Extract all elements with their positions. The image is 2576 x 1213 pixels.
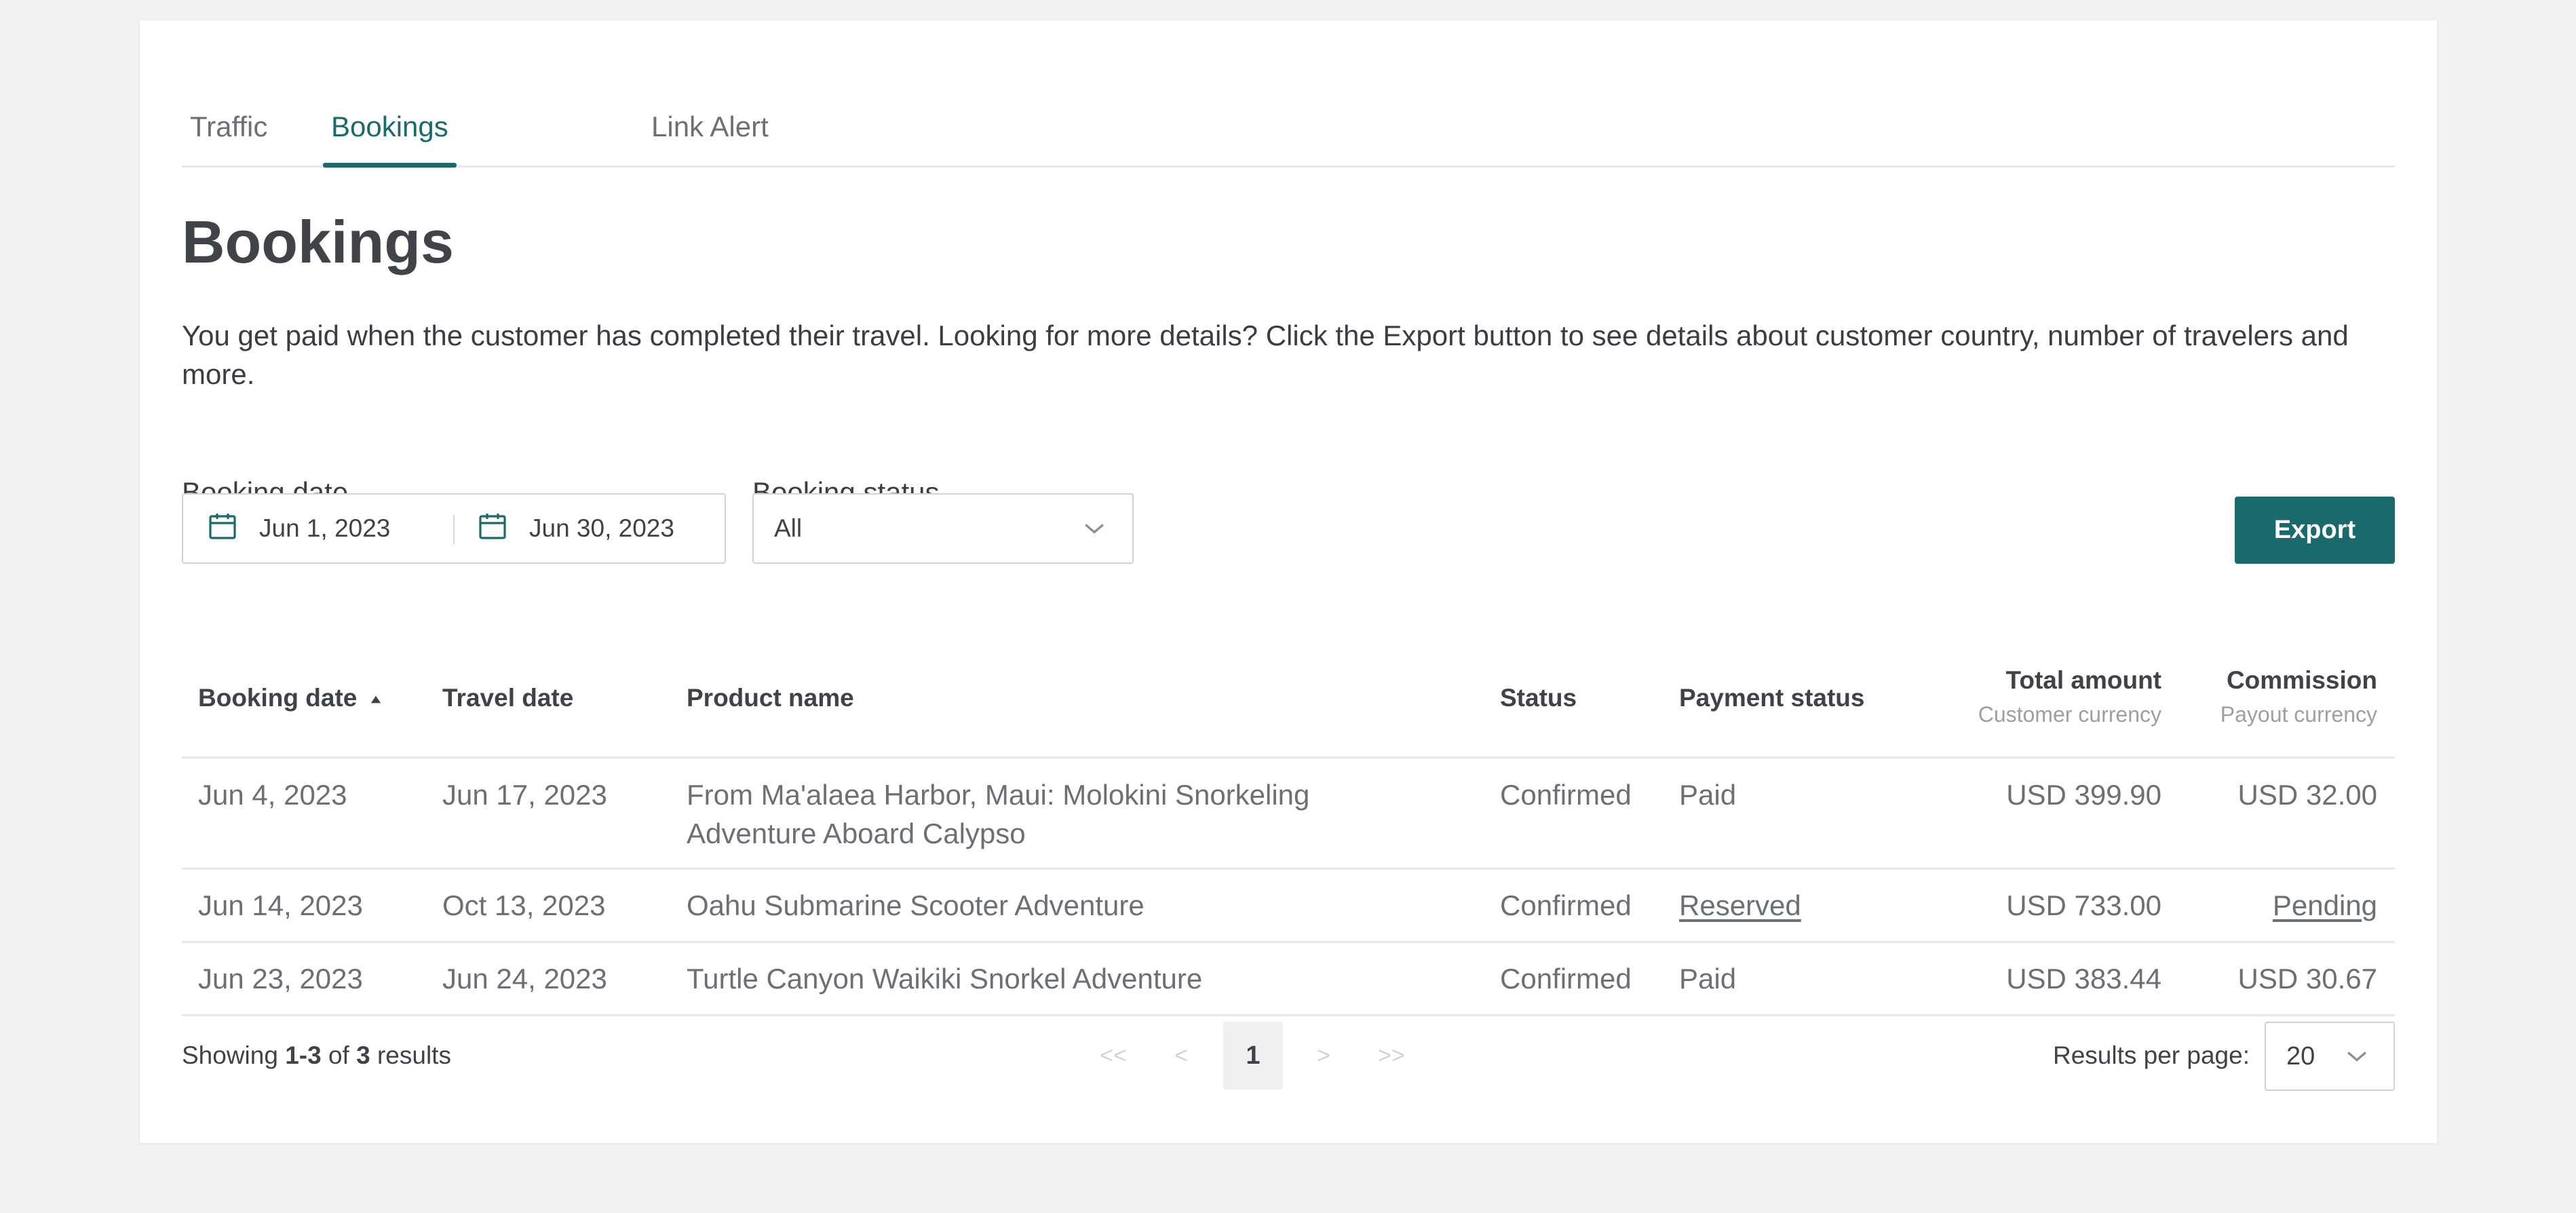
col-booking-date[interactable]: Booking date xyxy=(198,684,382,712)
pager-first-button[interactable]: << xyxy=(1093,1022,1134,1090)
cell-total-amount: USD 383.44 xyxy=(2006,963,2161,995)
cell-payment-status: Paid xyxy=(1679,963,1737,995)
table-row: Jun 14, 2023 Oct 13, 2023 Oahu Submarine… xyxy=(182,870,2395,943)
table-header: Booking date Travel date Product name St… xyxy=(182,638,2395,758)
cell-commission: USD 32.00 xyxy=(2237,779,2377,811)
cell-total-amount: USD 733.00 xyxy=(2006,889,2161,921)
col-total-amount-sub: Customer currency xyxy=(1978,702,2161,727)
results-per-page-label: Results per page: xyxy=(2052,1041,2250,1069)
results-per-page-value: 20 xyxy=(2286,1041,2315,1071)
cell-total-amount: USD 399.90 xyxy=(2006,779,2161,811)
cell-payment-status: Paid xyxy=(1679,779,1737,811)
cell-booking-date: Jun 14, 2023 xyxy=(198,889,363,921)
cell-status: Confirmed xyxy=(1500,963,1632,995)
date-divider xyxy=(453,515,455,545)
col-status: Status xyxy=(1500,684,1577,712)
chevron-down-icon xyxy=(1079,495,1109,562)
tab-bar: Traffic Bookings Link Alert xyxy=(182,88,2395,168)
date-from-field[interactable]: Jun 1, 2023 xyxy=(206,495,390,562)
results-summary: Showing 1-3 of 3 results xyxy=(182,1041,451,1069)
pager-last-button[interactable]: >> xyxy=(1371,1022,1412,1090)
col-commission-sub: Payout currency xyxy=(2220,702,2377,727)
chevron-down-icon xyxy=(2342,1023,2372,1090)
cell-status: Confirmed xyxy=(1500,889,1632,921)
bookings-card: Traffic Bookings Link Alert Bookings You… xyxy=(140,20,2437,1143)
cell-travel-date: Jun 24, 2023 xyxy=(442,963,607,995)
commission-pending-link[interactable]: Pending xyxy=(2273,886,2377,925)
cell-product-name: From Ma'alaea Harbor, Maui: Molokini Sno… xyxy=(687,779,1310,849)
page-description: You get paid when the customer has compl… xyxy=(182,320,2349,390)
date-from-value: Jun 1, 2023 xyxy=(259,514,391,542)
table-row: Jun 4, 2023 Jun 17, 2023 From Ma'alaea H… xyxy=(182,758,2395,870)
calendar-icon xyxy=(206,509,259,548)
pager-prev-button[interactable]: < xyxy=(1164,1022,1198,1090)
date-to-field[interactable]: Jun 30, 2023 xyxy=(476,495,674,562)
cell-booking-date: Jun 4, 2023 xyxy=(198,779,347,811)
booking-status-select[interactable]: All xyxy=(752,493,1134,564)
col-product-name: Product name xyxy=(687,684,854,712)
tab-traffic[interactable]: Traffic xyxy=(182,88,275,166)
col-total-amount: Total amount xyxy=(2005,666,2161,694)
tab-link-alert[interactable]: Link Alert xyxy=(643,88,777,166)
cell-travel-date: Oct 13, 2023 xyxy=(442,889,606,921)
cell-status: Confirmed xyxy=(1500,779,1632,811)
booking-status-value: All xyxy=(774,514,803,542)
col-commission: Commission xyxy=(2226,666,2377,694)
cell-product-name: Oahu Submarine Scooter Adventure xyxy=(687,889,1145,921)
calendar-icon xyxy=(476,509,529,548)
cell-booking-date: Jun 23, 2023 xyxy=(198,963,363,995)
sort-asc-icon xyxy=(364,684,382,712)
tab-bookings[interactable]: Bookings xyxy=(323,88,457,168)
col-payment-status: Payment status xyxy=(1679,684,1865,712)
export-button[interactable]: Export xyxy=(2235,497,2395,564)
pager-next-button[interactable]: > xyxy=(1307,1022,1341,1090)
pager-current-page[interactable]: 1 xyxy=(1223,1022,1283,1090)
booking-date-range: Jun 1, 2023 Jun 30, 2023 xyxy=(182,493,726,564)
page-title: Bookings xyxy=(182,208,454,275)
table-row: Jun 23, 2023 Jun 24, 2023 Turtle Canyon … xyxy=(182,943,2395,1016)
bookings-table: Booking date Travel date Product name St… xyxy=(182,638,2395,1016)
cell-travel-date: Jun 17, 2023 xyxy=(442,779,607,811)
col-travel-date: Travel date xyxy=(442,684,574,712)
cell-commission: USD 30.67 xyxy=(2237,963,2377,995)
cell-product-name: Turtle Canyon Waikiki Snorkel Adventure xyxy=(687,963,1203,995)
payment-status-reserved-link[interactable]: Reserved xyxy=(1679,886,1801,925)
date-to-value: Jun 30, 2023 xyxy=(529,514,674,542)
results-per-page-select[interactable]: 20 xyxy=(2265,1022,2395,1091)
